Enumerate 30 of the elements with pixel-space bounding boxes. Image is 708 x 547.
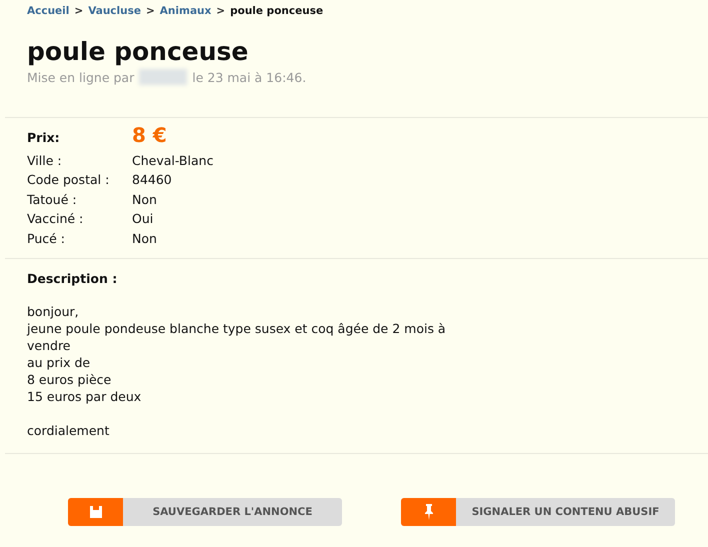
save-ad-button[interactable]: SAUVEGARDER L'ANNONCE [68, 498, 342, 526]
detail-value: Oui [132, 210, 154, 228]
breadcrumb-current: poule ponceuse [230, 5, 324, 17]
detail-value: Non [132, 230, 157, 248]
price-value: 8 € [132, 126, 167, 146]
detail-label: Pucé : [27, 230, 66, 248]
breadcrumb-link[interactable]: Animaux [160, 5, 212, 17]
breadcrumb-separator: > [146, 5, 155, 17]
posted-date: le 23 mai à 16:46. [192, 70, 306, 84]
description-text: bonjour, jeune poule pondeuse blanche type susex et coq âgée de 2 mois à vendre au prix de 8 euros pièce 15 euros par deux [27, 303, 447, 405]
detail-label: Vacciné : [27, 210, 84, 228]
pin-icon [424, 504, 434, 520]
description-label: Description : [27, 271, 118, 286]
ad-title: poule ponceuse [27, 37, 250, 67]
detail-label: Code postal : [27, 171, 110, 189]
breadcrumb-separator: > [216, 5, 226, 17]
posted-by-label: Mise en ligne par [27, 70, 134, 84]
detail-value: Cheval-Blanc [132, 152, 214, 170]
detail-value: Non [132, 190, 157, 208]
breadcrumb-link[interactable]: Accueil [27, 5, 70, 17]
price-label: Prix: [27, 129, 61, 147]
detail-value: 84460 [132, 171, 172, 189]
breadcrumb-link[interactable]: Vaucluse [88, 5, 141, 17]
description-text: cordialement [27, 422, 110, 439]
breadcrumb-separator: > [74, 5, 84, 17]
save-icon [88, 505, 102, 519]
detail-label: Ville : [27, 152, 63, 170]
blurred-name [139, 69, 188, 85]
detail-label: Tatoué : [27, 190, 78, 208]
report-button[interactable]: SIGNALER UN CONTENU ABUSIF [401, 498, 675, 526]
